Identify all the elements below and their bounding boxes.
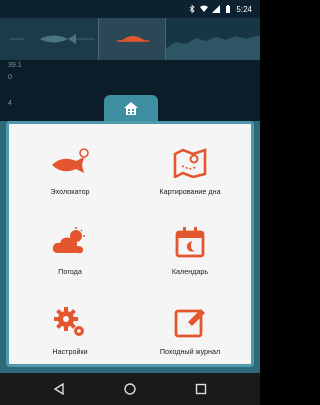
menu-item-settings[interactable]: Настройки [15, 302, 125, 366]
menu-item-label: Настройки [52, 347, 88, 356]
journal-pencil-icon [174, 309, 205, 338]
menu-item-label: Погода [58, 267, 82, 276]
home-circle-icon [124, 383, 136, 395]
back-button[interactable] [50, 380, 68, 398]
status-bar: 5:24 [0, 0, 260, 18]
fish-sonar-icon [52, 148, 89, 173]
weather-cloud-icon [52, 227, 85, 254]
menu-item-label: Картирование дна [159, 187, 221, 196]
recents-square-icon [195, 383, 206, 395]
menu-item-label: Эхолокатор [50, 187, 90, 196]
menu-item-journal[interactable]: Походный журнал [135, 302, 245, 366]
wifi-icon [200, 5, 209, 12]
home-tab[interactable] [104, 95, 158, 121]
bottom-profile-icon [166, 35, 260, 60]
gear-icon [54, 307, 84, 336]
clock: 5:24 [236, 4, 252, 14]
calendar-icon [175, 227, 205, 258]
mode-segment-fish[interactable] [0, 18, 98, 60]
menu-item-calendar[interactable]: Календарь [135, 222, 245, 286]
fish-mode-icon [10, 34, 95, 44]
depth-label: 0 [8, 74, 12, 81]
system-nav-bar [0, 373, 260, 405]
sonar-mode-icon [117, 36, 149, 42]
menu-item-weather[interactable]: Погода [15, 222, 125, 286]
home-icon [124, 101, 138, 115]
menu-item-label: Походный журнал [159, 347, 221, 356]
back-triangle-icon [54, 383, 65, 395]
mode-segment-bottom[interactable] [166, 18, 260, 60]
battery-icon [226, 5, 231, 13]
mode-segment-sonar[interactable] [98, 18, 166, 60]
menu-item-sonar[interactable]: Эхолокатор [15, 142, 125, 206]
mode-selector-bar [0, 18, 260, 60]
bottom-mapping-icon [173, 148, 207, 178]
depth-label: 39.1 [8, 62, 22, 69]
recents-button[interactable] [192, 380, 210, 398]
menu-item-label: Календарь [171, 267, 209, 276]
bluetooth-icon [190, 5, 196, 13]
home-button[interactable] [121, 380, 139, 398]
depth-label: 4 [8, 100, 12, 107]
signal-icon [212, 5, 221, 13]
menu-item-bottom-mapping[interactable]: Картирование дна [135, 142, 245, 206]
main-menu-panel: Эхолокатор Картирование дна Погода Кален… [6, 121, 254, 367]
